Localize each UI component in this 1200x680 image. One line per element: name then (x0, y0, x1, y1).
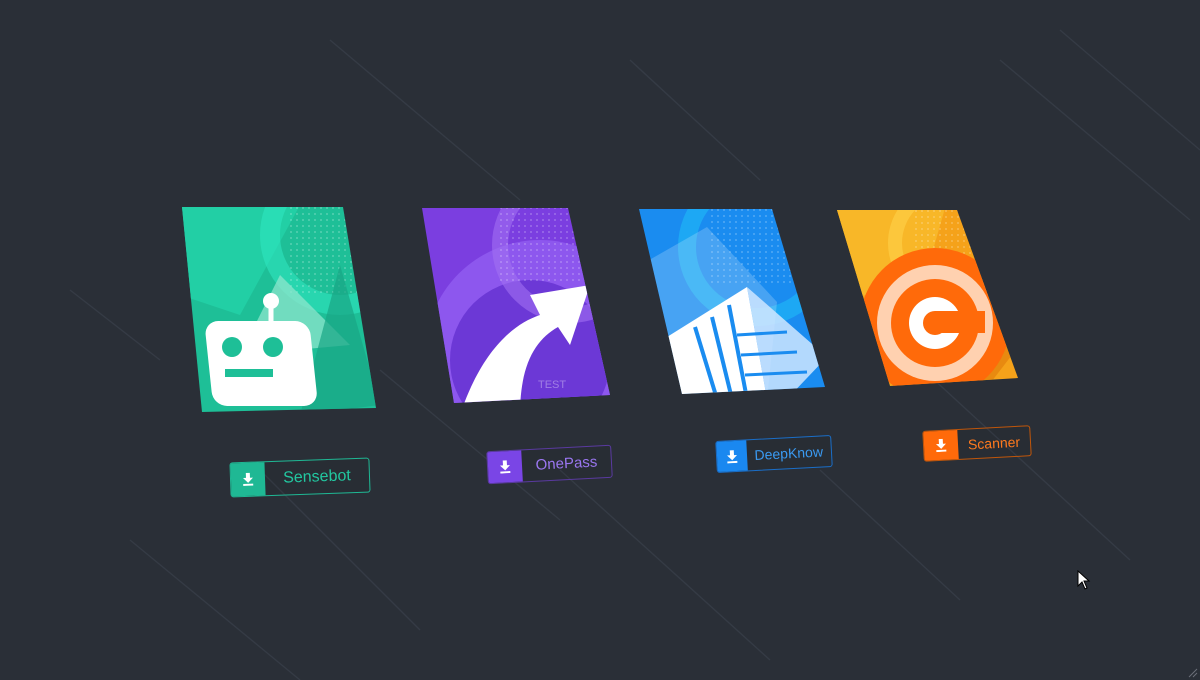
sensebot-card[interactable] (180, 205, 380, 415)
download-icon (487, 450, 523, 484)
onepass-card[interactable]: TEST (420, 205, 620, 405)
download-icon (716, 440, 748, 472)
deepknow-download-button[interactable]: DeepKnow (715, 434, 833, 474)
mouse-cursor-icon (1077, 570, 1091, 590)
sensebot-download-button[interactable]: Sensebot (229, 457, 371, 498)
sensebot-label: Sensebot (282, 466, 352, 487)
scanner-card[interactable] (835, 208, 1025, 390)
download-icon (923, 430, 959, 461)
deepknow-card[interactable] (637, 207, 837, 399)
scanner-download-button[interactable]: Scanner (922, 425, 1032, 462)
svg-text:TEST: TEST (538, 379, 566, 391)
scanner-label: Scanner (967, 433, 1021, 452)
resize-grip-icon[interactable] (1188, 668, 1198, 678)
deepknow-label: DeepKnow (754, 443, 824, 464)
download-icon (230, 462, 266, 497)
onepass-label: OnePass (535, 453, 598, 474)
onepass-download-button[interactable]: OnePass (486, 444, 613, 485)
